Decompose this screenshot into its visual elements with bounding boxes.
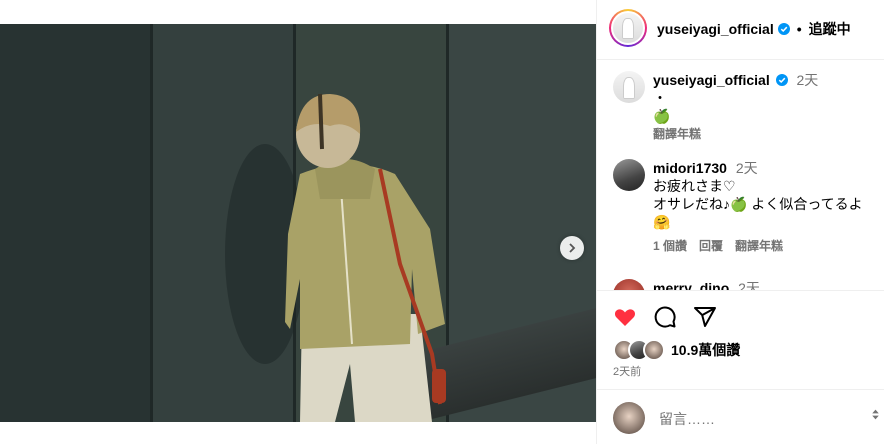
reply-button[interactable]: 回覆 xyxy=(699,237,723,255)
post-media[interactable] xyxy=(0,24,596,422)
caption-line: 🍏 xyxy=(653,108,671,124)
story-avatar[interactable] xyxy=(609,9,647,47)
comment-time: 2天 xyxy=(738,280,760,290)
avatar[interactable] xyxy=(613,159,645,191)
header-separator: • xyxy=(796,21,802,37)
share-icon[interactable] xyxy=(693,305,717,329)
avatar xyxy=(643,339,665,361)
following-button[interactable]: 追蹤中 xyxy=(809,19,851,39)
caption-line: ・ xyxy=(653,90,667,106)
comment-input[interactable] xyxy=(657,410,841,428)
heart-filled-icon[interactable] xyxy=(613,305,637,329)
verified-badge-icon xyxy=(777,23,790,35)
comment-username[interactable]: yuseiyagi_official xyxy=(653,72,770,88)
translate-link[interactable]: 翻譯年糕 xyxy=(653,125,881,143)
chevron-right-icon xyxy=(569,243,576,253)
avatar xyxy=(613,402,645,434)
verified-badge-icon xyxy=(775,74,788,86)
post-sidebar: yuseiyagi_official • 追蹤中 yuseiyagi_offic… xyxy=(596,0,884,444)
add-comment-bar xyxy=(597,389,884,446)
comment-time: 2天 xyxy=(796,72,819,88)
avatar[interactable] xyxy=(613,279,645,290)
header-username[interactable]: yuseiyagi_official xyxy=(657,21,774,37)
comment-time: 2天 xyxy=(735,160,758,176)
comments-list[interactable]: yuseiyagi_official 2天 ・ 🍏 翻譯年糕 midori173… xyxy=(597,60,884,290)
translate-link[interactable]: 翻譯年糕 xyxy=(735,237,783,255)
comment-line: お疲れさま♡ xyxy=(653,178,736,194)
liker-avatars xyxy=(613,339,665,361)
next-image-button[interactable] xyxy=(560,236,584,260)
comment-username[interactable]: midori1730 xyxy=(653,160,727,176)
emoji-icon[interactable] xyxy=(869,408,882,421)
post-header: yuseiyagi_official • 追蹤中 xyxy=(597,0,884,60)
person-photo xyxy=(225,93,446,422)
comment-line: 🤗 xyxy=(653,214,671,230)
post-actions: 10.9萬個讚 2天前 xyxy=(597,290,884,445)
post-time[interactable]: 2天前 xyxy=(613,363,641,379)
likes-count[interactable]: 10.9萬個讚 xyxy=(671,340,740,360)
avatar xyxy=(613,13,643,43)
avatar[interactable] xyxy=(613,71,645,103)
comment-username[interactable]: merry_dino xyxy=(653,280,729,290)
comment-icon[interactable] xyxy=(653,305,677,329)
comment-likes[interactable]: 1 個讚 xyxy=(653,237,687,255)
comment-line: オサレだね♪🍏 よく似合ってるよ xyxy=(653,196,863,212)
